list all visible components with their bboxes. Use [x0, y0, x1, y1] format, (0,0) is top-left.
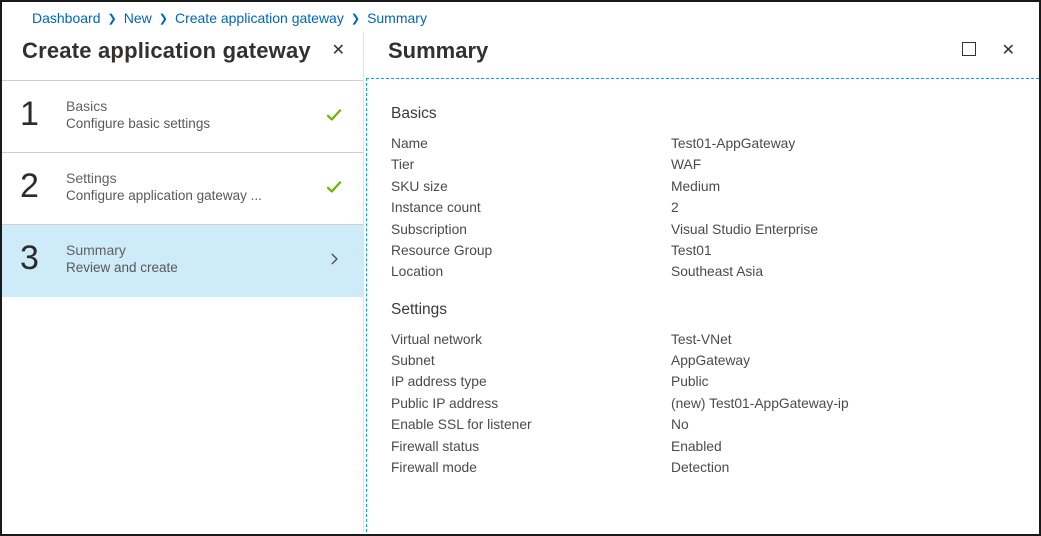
summary-key: Subscription [391, 219, 671, 240]
summary-value: Test-VNet [671, 329, 1015, 350]
summary-row: Virtual networkTest-VNet [391, 329, 1015, 350]
summary-key: Enable SSL for listener [391, 414, 671, 435]
summary-row: NameTest01-AppGateway [391, 133, 1015, 154]
step-title: Settings [66, 170, 323, 186]
step-status [323, 106, 345, 124]
summary-key: Name [391, 133, 671, 154]
summary-row: IP address typePublic [391, 371, 1015, 392]
summary-value: No [671, 414, 1015, 435]
chevron-right-icon: ❯ [159, 12, 168, 25]
step-title: Summary [66, 242, 323, 258]
step-number: 2 [20, 167, 66, 206]
summary-row: Firewall statusEnabled [391, 436, 1015, 457]
step-subtitle: Configure basic settings [66, 116, 323, 131]
summary-row: SubnetAppGateway [391, 350, 1015, 371]
summary-key: Firewall mode [391, 457, 671, 478]
summary-row: LocationSoutheast Asia [391, 261, 1015, 282]
step-title: Basics [66, 98, 323, 114]
summary-key: IP address type [391, 371, 671, 392]
chevron-right-icon [327, 252, 341, 266]
summary-row: Firewall modeDetection [391, 457, 1015, 478]
step-status [323, 252, 345, 266]
step-status [323, 178, 345, 196]
maximize-icon [962, 42, 976, 56]
section-heading-settings: Settings [391, 301, 1015, 319]
step-number: 1 [20, 95, 66, 134]
close-icon: ✕ [1002, 42, 1015, 59]
summary-value: Public [671, 371, 1015, 392]
summary-key: Virtual network [391, 329, 671, 350]
summary-key: Public IP address [391, 393, 671, 414]
breadcrumb-link[interactable]: New [124, 10, 152, 26]
chevron-right-icon: ❯ [351, 12, 360, 25]
summary-value: Visual Studio Enterprise [671, 219, 1015, 240]
summary-key: Instance count [391, 197, 671, 218]
basics-group: NameTest01-AppGateway TierWAF SKU sizeMe… [391, 133, 1015, 283]
step-subtitle: Review and create [66, 260, 323, 275]
summary-content: Basics NameTest01-AppGateway TierWAF SKU… [366, 78, 1039, 532]
settings-group: Virtual networkTest-VNet SubnetAppGatewa… [391, 329, 1015, 479]
summary-key: Location [391, 261, 671, 282]
summary-key: Resource Group [391, 240, 671, 261]
summary-row: Enable SSL for listenerNo [391, 414, 1015, 435]
summary-value: WAF [671, 154, 1015, 175]
checkmark-icon [325, 178, 343, 196]
summary-value: Detection [671, 457, 1015, 478]
summary-key: SKU size [391, 176, 671, 197]
close-blade-button[interactable]: ✕ [328, 39, 349, 63]
breadcrumb-link[interactable]: Create application gateway [175, 10, 344, 26]
summary-value: Enabled [671, 436, 1015, 457]
maximize-button[interactable] [958, 38, 980, 64]
summary-title: Summary [388, 38, 488, 64]
summary-value: (new) Test01-AppGateway-ip [671, 393, 1015, 414]
wizard-steps: 1 Basics Configure basic settings 2 Sett… [2, 80, 363, 297]
summary-key: Subnet [391, 350, 671, 371]
wizard-blade: Create application gateway ✕ 1 Basics Co… [2, 32, 364, 532]
summary-key: Tier [391, 154, 671, 175]
wizard-step-basics[interactable]: 1 Basics Configure basic settings [2, 81, 363, 153]
breadcrumb-link[interactable]: Dashboard [32, 10, 101, 26]
summary-row: Instance count2 [391, 197, 1015, 218]
summary-value: Southeast Asia [671, 261, 1015, 282]
summary-row: SubscriptionVisual Studio Enterprise [391, 219, 1015, 240]
breadcrumb-current: Summary [367, 10, 427, 26]
blade-title: Create application gateway [22, 38, 311, 64]
step-subtitle: Configure application gateway ... [66, 188, 323, 203]
summary-row: TierWAF [391, 154, 1015, 175]
summary-key: Firewall status [391, 436, 671, 457]
summary-blade: Summary ✕ Basics NameTest01-AppGateway T… [364, 32, 1039, 532]
step-number: 3 [20, 239, 66, 278]
summary-value: Test01 [671, 240, 1015, 261]
close-icon: ✕ [332, 42, 345, 59]
summary-row: SKU sizeMedium [391, 176, 1015, 197]
breadcrumb: Dashboard ❯ New ❯ Create application gat… [2, 2, 1039, 32]
summary-value: Test01-AppGateway [671, 133, 1015, 154]
summary-value: AppGateway [671, 350, 1015, 371]
checkmark-icon [325, 106, 343, 124]
close-summary-button[interactable]: ✕ [998, 39, 1019, 63]
wizard-step-summary[interactable]: 3 Summary Review and create [2, 225, 363, 297]
summary-row: Resource GroupTest01 [391, 240, 1015, 261]
section-heading-basics: Basics [391, 105, 1015, 123]
summary-value: Medium [671, 176, 1015, 197]
wizard-step-settings[interactable]: 2 Settings Configure application gateway… [2, 153, 363, 225]
chevron-right-icon: ❯ [108, 12, 117, 25]
summary-value: 2 [671, 197, 1015, 218]
summary-row: Public IP address(new) Test01-AppGateway… [391, 393, 1015, 414]
